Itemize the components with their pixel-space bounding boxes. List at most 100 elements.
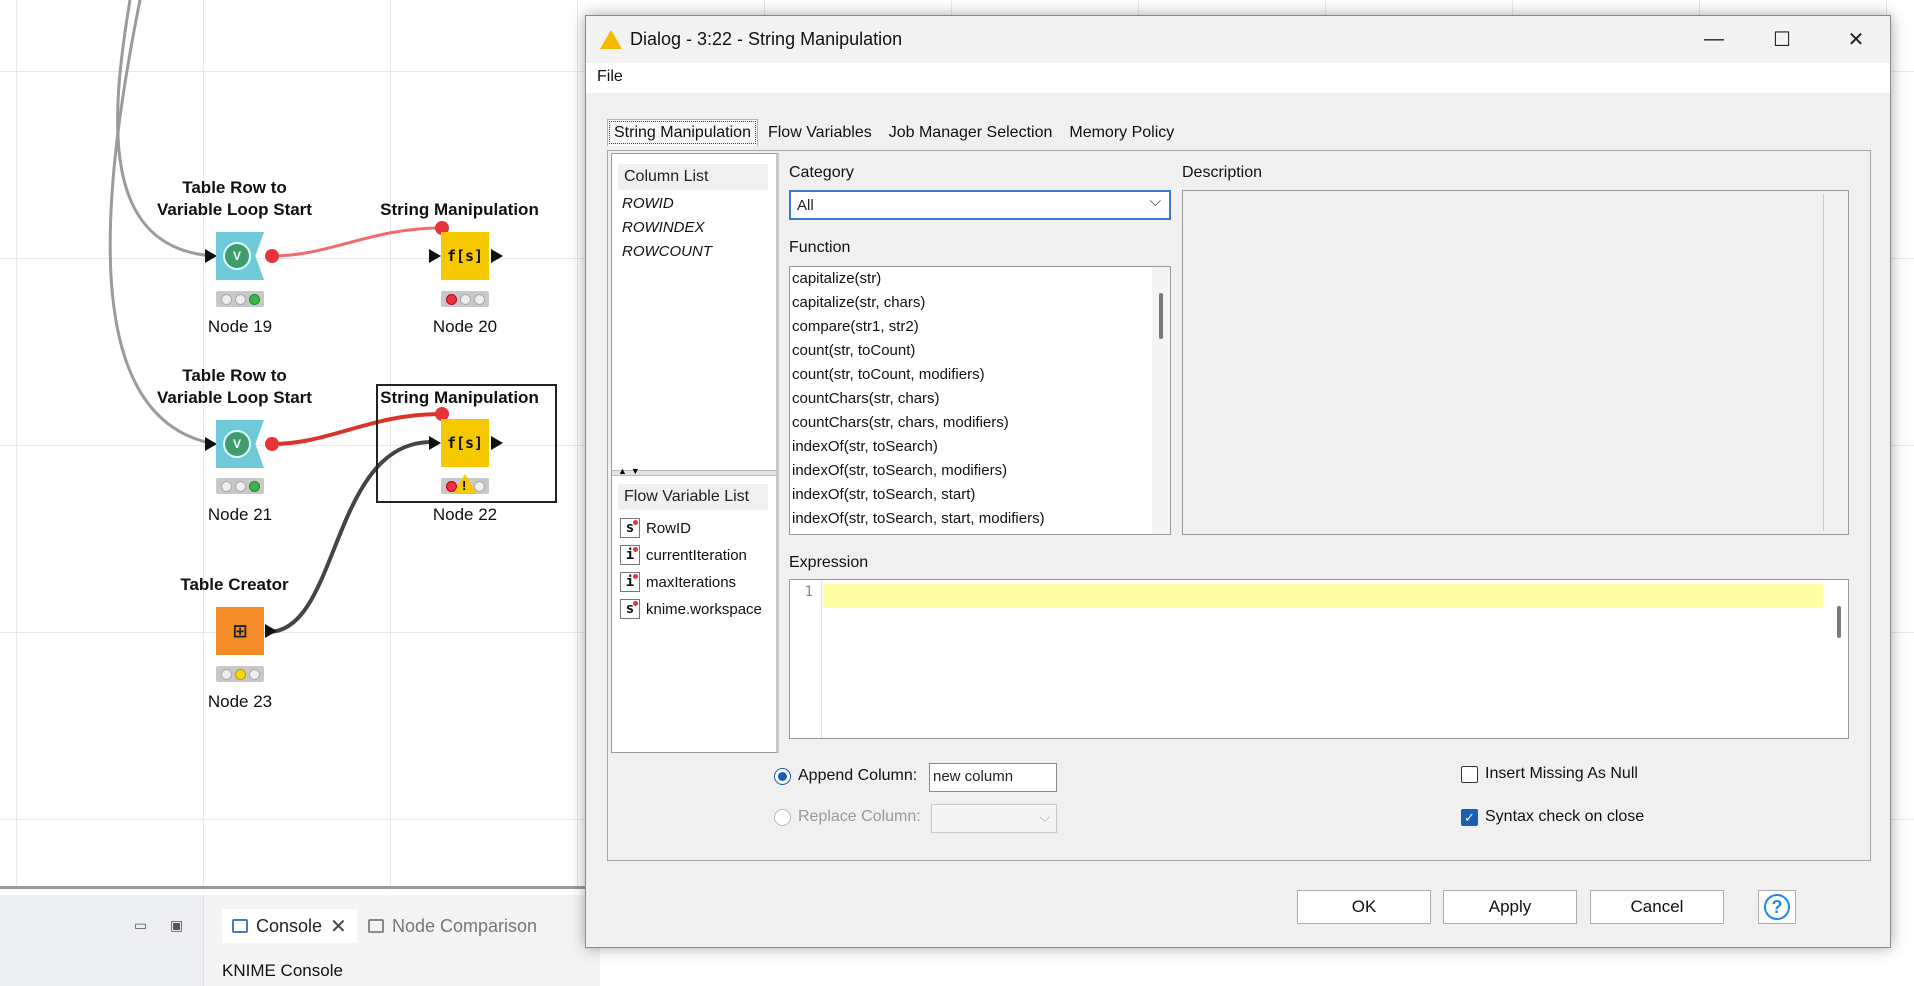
node-22-output-port[interactable] [491, 436, 503, 450]
node-19-title: Table Row to Variable Loop Start [157, 178, 312, 219]
column-list-item[interactable]: ROWID [622, 195, 674, 212]
function-list[interactable]: capitalize(str) capitalize(str, chars) c… [789, 266, 1171, 535]
node-23-icon[interactable]: ⊞ [216, 607, 264, 655]
bottom-panel: ▭ ▣ Console ✕ Node Comparison KNIME Cons… [0, 895, 600, 986]
close-button[interactable]: ✕ [1822, 16, 1890, 63]
description-box [1182, 190, 1849, 535]
cancel-button[interactable]: Cancel [1590, 890, 1724, 924]
dialog-tabs: String Manipulation Flow Variables Job M… [607, 119, 1184, 146]
flow-variable-item[interactable]: i currentIteration [620, 545, 747, 565]
function-item[interactable]: count(str, toCount) [792, 342, 915, 359]
expression-editor[interactable]: 1 [789, 579, 1849, 739]
tab-node-comparison[interactable]: Node Comparison [368, 909, 537, 943]
flow-variable-item[interactable]: s knime.workspace [620, 599, 762, 619]
expression-current-line[interactable] [823, 584, 1823, 608]
console-icon [232, 919, 248, 933]
tab-flow-variables[interactable]: Flow Variables [761, 119, 879, 146]
apply-button[interactable]: Apply [1443, 890, 1577, 924]
node-23-title: Table Creator [180, 575, 289, 594]
loop-icon: V [223, 242, 251, 270]
column-list-item[interactable]: ROWINDEX [622, 219, 705, 236]
node-21-variable-port[interactable] [265, 437, 279, 451]
chevron-down-icon: ⌵ [1039, 809, 1050, 825]
column-list-item[interactable]: ROWCOUNT [622, 243, 712, 260]
tab-string-manipulation[interactable]: String Manipulation [607, 119, 758, 146]
node-21-status [216, 478, 264, 494]
help-button[interactable]: ? [1758, 890, 1796, 924]
replace-column-select[interactable]: ⌵ [931, 804, 1057, 833]
node-23-label[interactable]: Node 23 [190, 692, 290, 712]
string-manipulation-dialog: Dialog - 3:22 - String Manipulation — ☐ … [585, 15, 1891, 948]
console-title: KNIME Console [222, 961, 343, 980]
insert-missing-checkbox[interactable] [1461, 766, 1478, 783]
node-20-status [441, 291, 489, 307]
node-21-input-port[interactable] [205, 437, 217, 451]
maximize-icon[interactable]: ▣ [170, 917, 183, 934]
append-column-label: Append Column: [798, 767, 918, 784]
function-item[interactable]: indexOf(str, toSearch, start, modifiers) [792, 510, 1045, 527]
append-column-input[interactable]: new column [929, 763, 1057, 792]
function-item[interactable]: indexOf(str, toSearch, start) [792, 486, 975, 503]
function-item[interactable]: countChars(str, chars) [792, 390, 940, 407]
integer-variable-icon: i [620, 572, 640, 592]
expression-scrollbar[interactable] [1830, 580, 1848, 738]
flow-variable-list-header: Flow Variable List [618, 484, 768, 510]
node-22-icon[interactable]: f[s] [441, 419, 489, 467]
node-20-input-port[interactable] [429, 249, 441, 263]
loop-icon: V [223, 430, 251, 458]
function-label: Function [789, 239, 851, 256]
node-21-title: Table Row to Variable Loop Start [157, 366, 312, 407]
tab-console[interactable]: Console ✕ [222, 909, 357, 943]
node-22-input-port[interactable] [429, 436, 441, 450]
chevron-down-icon: ⌵ [1149, 193, 1161, 210]
node-23-output-port[interactable] [265, 624, 277, 638]
left-lists: Column List ROWID ROWINDEX ROWCOUNT ▲▼ F… [611, 153, 779, 753]
node-19-input-port[interactable] [205, 249, 217, 263]
node-22-warning-icon: ! [453, 474, 477, 494]
node-21-label[interactable]: Node 21 [190, 505, 290, 525]
list-splitter[interactable]: ▲▼ [612, 466, 776, 476]
menu-file[interactable]: File [597, 68, 623, 86]
function-item[interactable]: capitalize(str, chars) [792, 294, 925, 311]
category-label: Category [789, 164, 854, 181]
function-item[interactable]: compare(str1, str2) [792, 318, 919, 335]
function-item[interactable]: indexOf(str, toSearch) [792, 438, 938, 455]
dialog-titlebar[interactable]: Dialog - 3:22 - String Manipulation — ☐ … [586, 16, 1890, 63]
flow-variable-item[interactable]: s RowID [620, 518, 691, 538]
function-list-scrollbar[interactable] [1152, 267, 1170, 534]
append-column-radio[interactable] [774, 768, 791, 785]
node-22-title: String Manipulation [380, 388, 539, 407]
bottom-left-panel: ▭ ▣ [0, 895, 204, 986]
function-item[interactable]: countChars(str, chars, modifiers) [792, 414, 1009, 431]
function-item[interactable]: indexOf(str, toSearch, modifiers) [792, 462, 1007, 479]
close-icon[interactable]: ✕ [330, 914, 347, 939]
node-19-variable-port[interactable] [265, 249, 279, 263]
category-select[interactable]: All ⌵ [789, 190, 1171, 220]
node-20-label[interactable]: Node 20 [415, 317, 515, 337]
replace-column-radio[interactable] [774, 809, 791, 826]
maximize-button[interactable]: ☐ [1748, 16, 1816, 63]
minimize-icon[interactable]: ▭ [134, 917, 147, 934]
syntax-check-label: Syntax check on close [1485, 808, 1645, 825]
minimize-button[interactable]: — [1680, 16, 1748, 63]
node-20-title: String Manipulation [380, 200, 539, 219]
node-19-label[interactable]: Node 19 [190, 317, 290, 337]
ok-button[interactable]: OK [1297, 890, 1431, 924]
panel-separator[interactable] [0, 886, 600, 889]
syntax-check-checkbox[interactable]: ✓ [1461, 809, 1478, 826]
replace-column-label: Replace Column: [798, 808, 921, 825]
node-20-output-port[interactable] [491, 249, 503, 263]
tab-memory-policy[interactable]: Memory Policy [1062, 119, 1181, 146]
flow-variable-item[interactable]: i maxIterations [620, 572, 736, 592]
warning-icon [600, 30, 622, 49]
category-value: All [797, 197, 814, 214]
node-20-icon[interactable]: f[s] [441, 232, 489, 280]
node-23-status [216, 666, 264, 682]
string-variable-icon: s [620, 518, 640, 538]
function-item[interactable]: count(str, toCount, modifiers) [792, 366, 985, 383]
node-22-label[interactable]: Node 22 [415, 505, 515, 525]
string-variable-icon: s [620, 599, 640, 619]
function-item[interactable]: capitalize(str) [792, 270, 881, 287]
integer-variable-icon: i [620, 545, 640, 565]
tab-job-manager-selection[interactable]: Job Manager Selection [882, 119, 1060, 146]
